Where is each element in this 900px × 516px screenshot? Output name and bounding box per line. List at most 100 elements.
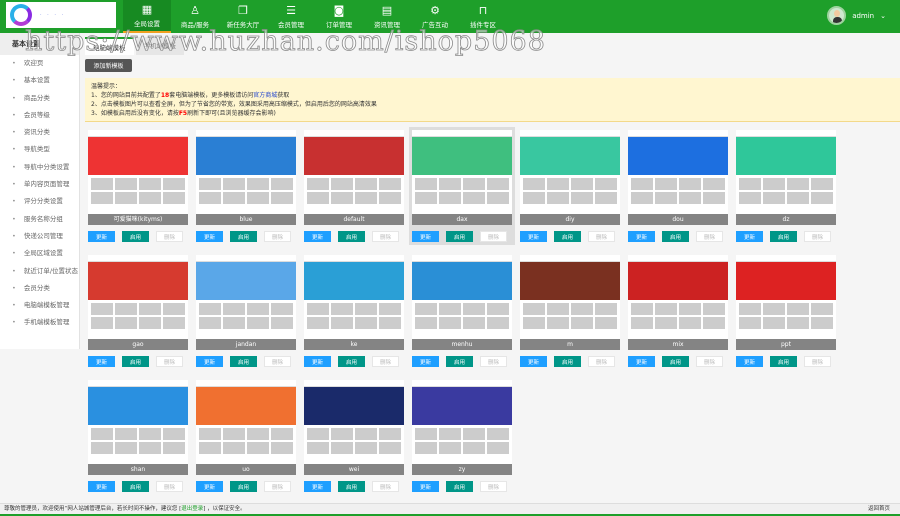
nav-item[interactable]: ◙ 订单管理 [315,0,363,33]
template-preview[interactable]: zy [412,380,512,475]
update-button[interactable]: 更新 [412,231,439,242]
enable-button[interactable]: 启用 [554,356,581,367]
nav-item[interactable]: ☰ 会员管理 [267,0,315,33]
nav-item[interactable]: ⊓ 插件专区 [459,0,507,33]
update-button[interactable]: 更新 [88,481,115,492]
nav-item[interactable]: ♙ 商品/服务 [171,0,219,33]
enable-button[interactable]: 启用 [446,356,473,367]
sidebar-item[interactable]: 欢迎页 [0,55,79,72]
tab-pc-templates[interactable]: 电脑端模板 [85,37,134,55]
enable-button[interactable]: 启用 [770,231,797,242]
delete-button[interactable]: 删除 [696,356,723,367]
sidebar-item[interactable]: 商品分类 [0,90,79,107]
update-button[interactable]: 更新 [196,231,223,242]
delete-button[interactable]: 删除 [480,481,507,492]
template-preview[interactable]: dou [628,130,728,225]
enable-button[interactable]: 启用 [338,481,365,492]
update-button[interactable]: 更新 [736,356,763,367]
enable-button[interactable]: 启用 [338,231,365,242]
delete-button[interactable]: 删除 [480,356,507,367]
update-button[interactable]: 更新 [628,231,655,242]
tab-mobile-templates[interactable]: 手机端模板 [135,37,184,55]
sidebar-item[interactable]: 电脑端模板管理 [0,297,79,314]
enable-button[interactable]: 启用 [446,231,473,242]
enable-button[interactable]: 启用 [446,481,473,492]
delete-button[interactable]: 删除 [588,231,615,242]
template-preview[interactable]: blue [196,130,296,225]
sidebar-item[interactable]: 资讯分类 [0,124,79,141]
sidebar-item[interactable]: 全局区域设置 [0,245,79,262]
logo[interactable]: · · · · [6,2,116,28]
update-button[interactable]: 更新 [304,356,331,367]
template-preview[interactable]: mix [628,255,728,350]
template-preview[interactable]: dz [736,130,836,225]
update-button[interactable]: 更新 [88,356,115,367]
update-button[interactable]: 更新 [520,231,547,242]
nav-item[interactable]: ▦ 全局设置 [123,0,171,33]
enable-button[interactable]: 启用 [770,356,797,367]
template-preview[interactable]: jandan [196,255,296,350]
sidebar-item[interactable]: 基本设置 [0,72,79,89]
enable-button[interactable]: 启用 [122,231,149,242]
update-button[interactable]: 更新 [412,481,439,492]
sidebar-item[interactable]: 评分分类设置 [0,193,79,210]
delete-button[interactable]: 删除 [264,481,291,492]
update-button[interactable]: 更新 [520,356,547,367]
home-link[interactable]: 返回首页 [868,504,890,515]
sidebar-item[interactable]: 会员等级 [0,107,79,124]
template-preview[interactable]: diy [520,130,620,225]
delete-button[interactable]: 删除 [156,231,183,242]
delete-button[interactable]: 删除 [156,481,183,492]
sidebar-item[interactable]: 服务名称分组 [0,211,79,228]
delete-button[interactable]: 删除 [804,231,831,242]
update-button[interactable]: 更新 [304,481,331,492]
sidebar-item[interactable]: 导航中分类设置 [0,159,79,176]
delete-button[interactable]: 删除 [588,356,615,367]
nav-item[interactable]: ⚙ 广告互动 [411,0,459,33]
template-preview[interactable]: uo [196,380,296,475]
enable-button[interactable]: 启用 [662,356,689,367]
delete-button[interactable]: 删除 [264,231,291,242]
template-preview[interactable]: dax [412,130,512,225]
enable-button[interactable]: 启用 [662,231,689,242]
update-button[interactable]: 更新 [196,356,223,367]
template-preview[interactable]: ke [304,255,404,350]
sidebar-item[interactable]: 手机端模板管理 [0,314,79,331]
update-button[interactable]: 更新 [628,356,655,367]
delete-button[interactable]: 删除 [372,481,399,492]
delete-button[interactable]: 删除 [372,231,399,242]
sidebar-item[interactable]: 会员分类 [0,280,79,297]
update-button[interactable]: 更新 [88,231,115,242]
enable-button[interactable]: 启用 [230,481,257,492]
delete-button[interactable]: 删除 [372,356,399,367]
template-preview[interactable]: default [304,130,404,225]
delete-button[interactable]: 删除 [264,356,291,367]
add-template-button[interactable]: 添加新模板 [85,59,132,72]
delete-button[interactable]: 删除 [480,231,507,242]
template-preview[interactable]: shan [88,380,188,475]
sidebar-item[interactable]: 就近订单/位置状态 [0,263,79,280]
delete-button[interactable]: 删除 [156,356,183,367]
nav-item[interactable]: ❐ 新任务大厅 [219,0,267,33]
template-preview[interactable]: 可爱猫咪(kityms) [88,130,188,225]
sidebar-item[interactable]: 导航类型 [0,141,79,158]
template-preview[interactable]: ppt [736,255,836,350]
logout-link[interactable]: 退出登录 [181,506,203,512]
delete-button[interactable]: 删除 [804,356,831,367]
enable-button[interactable]: 启用 [230,356,257,367]
update-button[interactable]: 更新 [412,356,439,367]
user-menu[interactable]: admin ⌄ [827,6,886,25]
update-button[interactable]: 更新 [736,231,763,242]
template-preview[interactable]: gao [88,255,188,350]
enable-button[interactable]: 启用 [230,231,257,242]
delete-button[interactable]: 删除 [696,231,723,242]
sidebar-item[interactable]: 单内容页面管理 [0,176,79,193]
template-preview[interactable]: menhu [412,255,512,350]
enable-button[interactable]: 启用 [554,231,581,242]
template-preview[interactable]: wei [304,380,404,475]
nav-item[interactable]: ▤ 资讯管理 [363,0,411,33]
sidebar-item[interactable]: 快递公司管理 [0,228,79,245]
template-preview[interactable]: m [520,255,620,350]
enable-button[interactable]: 启用 [338,356,365,367]
official-store-link[interactable]: 官方商城 [253,92,277,99]
